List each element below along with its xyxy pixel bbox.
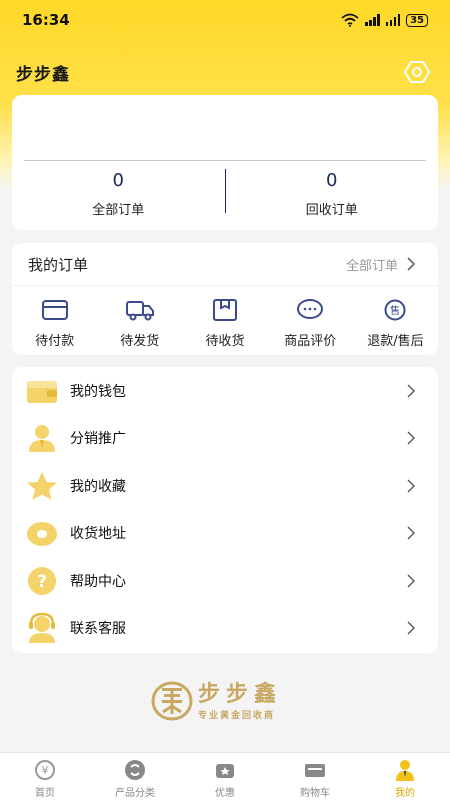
menu-item-address[interactable]: 收货地址 [12, 510, 438, 558]
settings-button[interactable] [402, 57, 432, 87]
tab-cart[interactable]: 购物车 [270, 753, 360, 800]
app-header: 步步鑫 [0, 52, 450, 92]
tab-label: 首页 [35, 788, 55, 799]
person-icon [24, 420, 60, 456]
chevron-right-icon [407, 257, 416, 271]
bottom-tab-bar: ¥ 首页 产品分类 优惠 购物车 我的 [0, 752, 450, 800]
menu-label: 联系客服 [70, 621, 126, 638]
all-orders-link[interactable]: 全部订单 [346, 255, 416, 274]
discount-icon [216, 764, 234, 778]
package-icon [213, 299, 237, 321]
order-label: 待收货 [205, 334, 245, 349]
order-label: 商品评价 [284, 334, 337, 349]
star-icon [24, 468, 60, 504]
question-icon: ? [24, 563, 60, 599]
stat-label: 全部订单 [92, 203, 145, 218]
menu-label: 帮助中心 [70, 573, 126, 590]
profile-icon [396, 760, 414, 781]
chevron-right-icon [407, 574, 415, 588]
menu-label: 分销推广 [70, 431, 126, 448]
brand-footer: 步步鑫 专业黄金回收商 [150, 678, 310, 724]
svg-text:¥: ¥ [42, 764, 49, 777]
all-orders-label: 全部订单 [345, 258, 398, 274]
cart-icon [305, 764, 325, 777]
stat-recycle-orders[interactable]: 0 回收订单 [226, 165, 439, 223]
chat-bubble-icon [297, 299, 324, 319]
orders-header: 我的订单 全部订单 [12, 243, 438, 286]
tab-discounts[interactable]: 优惠 [180, 753, 270, 800]
wallet-card-icon [41, 300, 68, 320]
stats-divider-line [24, 160, 426, 161]
brand-slogan: 专业黄金回收商 [198, 710, 276, 721]
tab-label: 我的 [395, 788, 415, 799]
status-bar: 16:34 35 [0, 0, 450, 40]
signal-icon [365, 14, 380, 26]
order-pending-receipt[interactable]: 待收货 [182, 286, 267, 354]
menu-item-help[interactable]: ? 帮助中心 [12, 557, 438, 605]
headset-icon [24, 610, 60, 646]
order-pending-shipment[interactable]: 待发货 [97, 286, 182, 354]
chevron-right-icon [407, 479, 415, 493]
menu-label: 我的钱包 [70, 383, 126, 400]
stats-row: 0 全部订单 0 回收订单 [12, 165, 438, 223]
status-icons: 35 [341, 13, 428, 27]
order-pending-payment[interactable]: 待付款 [12, 286, 97, 354]
orders-title: 我的订单 [28, 255, 89, 274]
chevron-right-icon [407, 526, 415, 540]
brand-logo-icon [151, 681, 193, 721]
order-review[interactable]: 商品评价 [268, 286, 353, 354]
truck-icon [125, 301, 154, 321]
order-label: 退款/售后 [367, 334, 424, 349]
menu-label: 收货地址 [70, 526, 126, 543]
svg-text:?: ? [37, 572, 47, 592]
menu-item-customer-service[interactable]: 联系客服 [12, 605, 438, 653]
stat-label: 回收订单 [305, 203, 358, 218]
tab-categories[interactable]: 产品分类 [90, 753, 180, 800]
status-time: 16:34 [22, 11, 70, 29]
stats-card: 0 全部订单 0 回收订单 [12, 95, 438, 230]
stat-value: 0 [326, 170, 338, 191]
chevron-right-icon [407, 431, 415, 445]
tab-home[interactable]: ¥ 首页 [0, 753, 90, 800]
tab-label: 优惠 [215, 788, 235, 799]
menu-item-distribution[interactable]: 分销推广 [12, 415, 438, 463]
stat-value: 0 [112, 170, 124, 191]
menu-label: 我的收藏 [70, 478, 126, 495]
svg-text:售: 售 [390, 304, 400, 317]
home-yen-icon: ¥ [35, 760, 55, 780]
order-after-sale[interactable]: 售 退款/售后 [353, 286, 438, 354]
app-title: 步步鑫 [16, 64, 70, 85]
brand-text: 步步鑫 专业黄金回收商 [198, 682, 282, 721]
chevron-right-icon [407, 384, 415, 398]
order-status-row: 待付款 待发货 待收货 商品评价 售 退款/售后 [12, 286, 438, 354]
after-sale-icon: 售 [384, 299, 406, 321]
wallet-icon [24, 373, 60, 409]
orders-card: 我的订单 全部订单 待付款 待发货 待收货 商品评价 售 退款/售后 [12, 243, 438, 355]
location-icon [24, 515, 60, 551]
tab-profile[interactable]: 我的 [360, 753, 450, 800]
chevron-right-icon [407, 621, 415, 635]
tab-label: 产品分类 [115, 788, 155, 799]
brand-name: 步步鑫 [198, 681, 283, 707]
category-icon [125, 760, 145, 780]
order-label: 待发货 [120, 334, 160, 349]
wifi-icon [341, 13, 359, 27]
signal-icon-2 [385, 14, 401, 26]
order-label: 待付款 [35, 334, 75, 349]
battery-icon: 35 [406, 13, 428, 27]
gear-icon [404, 61, 430, 83]
tab-label: 购物车 [300, 788, 330, 799]
menu-item-favorites[interactable]: 我的收藏 [12, 462, 438, 510]
menu-item-wallet[interactable]: 我的钱包 [12, 367, 438, 415]
menu-card: 我的钱包 分销推广 我的收藏 收货地址 ? 帮助中心 联系客服 [12, 367, 438, 653]
stat-all-orders[interactable]: 0 全部订单 [12, 165, 225, 223]
